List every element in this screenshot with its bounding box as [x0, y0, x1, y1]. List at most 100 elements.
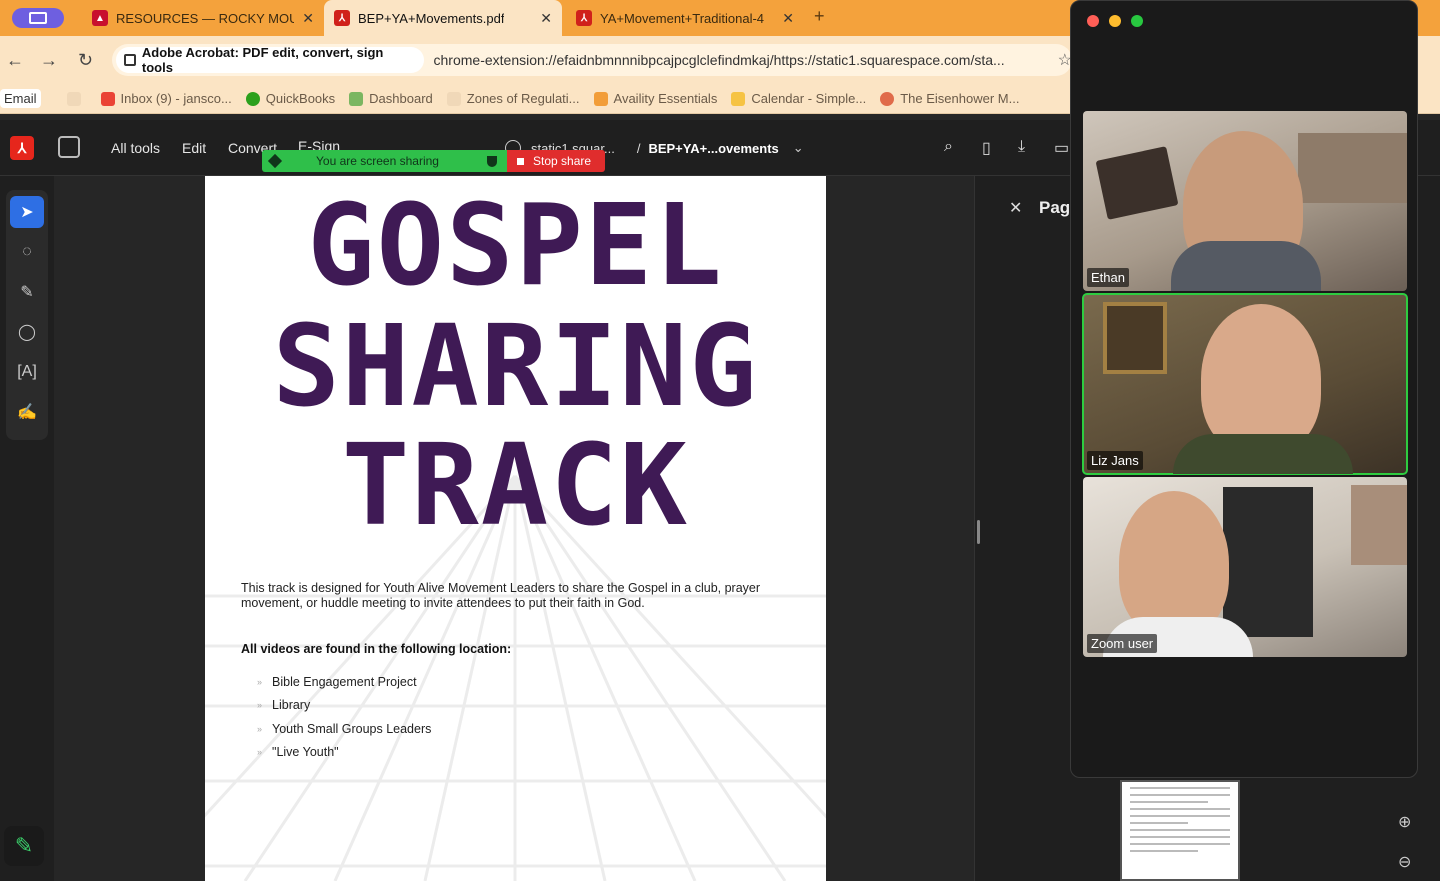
title-line-2: SHARING: [272, 302, 759, 432]
menu-all-tools[interactable]: All tools: [111, 140, 160, 156]
bullet-icon: »: [257, 747, 263, 758]
list-item: » Youth Small Groups Leaders: [257, 721, 432, 736]
intro-paragraph: This track is designed for Youth Alive M…: [241, 581, 761, 610]
tab-ya-movement[interactable]: ⅄ YA+Movement+Traditional-4 ✕: [566, 0, 804, 36]
bookmark-quickbooks[interactable]: QuickBooks: [245, 91, 335, 106]
page-view-icon[interactable]: ▯: [982, 138, 1000, 157]
profile-switch-button[interactable]: [12, 8, 64, 28]
bookmark-calendar[interactable]: Calendar - Simple...: [731, 91, 866, 106]
stop-share-button[interactable]: Stop share: [507, 150, 605, 172]
participant-shirt: [1173, 434, 1353, 474]
bullet-icon: »: [257, 676, 263, 687]
framed-picture-graphic: [1103, 302, 1167, 374]
participant-face: [1201, 304, 1321, 454]
reload-icon[interactable]: ↻: [78, 50, 93, 71]
video-tile-liz-jans[interactable]: Liz Jans: [1082, 293, 1408, 475]
list-item: » Bible Engagement Project: [257, 674, 417, 689]
cabinet-graphic: [1298, 133, 1407, 203]
tab-resources[interactable]: ▲ RESOURCES — ROCKY MOUN ✕: [82, 0, 324, 36]
edit-pencil-icon[interactable]: ✎: [4, 826, 44, 866]
forward-arrow-icon[interactable]: →: [40, 50, 58, 71]
bookmark-email[interactable]: Email: [0, 89, 41, 108]
sharing-status[interactable]: You are screen sharing: [262, 150, 507, 172]
close-icon[interactable]: ✕: [1009, 198, 1022, 218]
close-tab-icon[interactable]: ✕: [294, 10, 314, 27]
zoom-in-icon[interactable]: ⊕: [1398, 812, 1411, 832]
participant-name: Zoom user: [1087, 634, 1158, 653]
new-tab-button[interactable]: +: [814, 6, 825, 27]
extension-chip[interactable]: Adobe Acrobat: PDF edit, convert, sign t…: [116, 45, 424, 75]
screen-share-banner: You are screen sharing Stop share: [262, 150, 605, 172]
create-icon[interactable]: [58, 136, 80, 158]
screen-icon: [29, 12, 47, 24]
eisenhower-icon: [880, 91, 895, 106]
apps-grid-icon: [66, 91, 81, 106]
close-tab-icon[interactable]: ✕: [532, 10, 552, 27]
bullet-icon: »: [257, 723, 263, 734]
signature-icon[interactable]: ✍: [10, 396, 44, 428]
search-icon[interactable]: ⌕: [944, 138, 962, 156]
site-favicon-icon: ▲: [92, 10, 108, 26]
title-line-1: GOSPEL: [307, 181, 724, 311]
bookmark-dashboard[interactable]: Dashboard: [349, 91, 433, 106]
dashboard-icon: [349, 91, 364, 106]
photo-frames-graphic: [1095, 146, 1179, 220]
video-tile-ethan[interactable]: Ethan: [1083, 111, 1407, 291]
window-maximize-icon[interactable]: [1131, 15, 1143, 27]
download-icon[interactable]: ⤓: [1018, 138, 1036, 156]
acrobat-logo-icon[interactable]: ⅄: [10, 136, 34, 160]
panel-resize-handle[interactable]: [977, 520, 980, 544]
panel-title: Pag: [1039, 198, 1071, 217]
zones-icon: [446, 91, 461, 106]
tab-bep-pdf[interactable]: ⅄ BEP+YA+Movements.pdf ✕: [324, 0, 562, 36]
text-select-icon[interactable]: [A]: [10, 356, 44, 388]
pdf-icon: ⅄: [576, 10, 592, 26]
quick-tools: ➤ ◌ ✎ ◯ [A] ✍: [6, 190, 48, 440]
participant-name: Ethan: [1087, 268, 1129, 287]
videos-heading: All videos are found in the following lo…: [241, 642, 512, 656]
wall-photos-graphic: [1351, 485, 1407, 565]
bookmark-eisenhower[interactable]: The Eisenhower M...: [880, 91, 1019, 106]
participant-shirt: [1171, 241, 1321, 291]
title-line-3: TRACK: [341, 421, 690, 551]
bookmark-availity[interactable]: Availity Essentials: [593, 91, 717, 106]
list-item: » Library: [257, 698, 311, 713]
bookmark-zones[interactable]: Zones of Regulati...: [446, 91, 580, 106]
list-item: » "Live Youth": [257, 745, 339, 760]
bookmark-inbox[interactable]: Inbox (9) - jansco...: [100, 91, 232, 106]
curtain-graphic: [1223, 487, 1313, 637]
shield-icon: [487, 155, 497, 167]
breadcrumb-separator: /: [636, 140, 641, 156]
close-tab-icon[interactable]: ✕: [774, 10, 794, 27]
calendar-icon: [731, 91, 746, 106]
bookmark-apps[interactable]: [66, 91, 87, 106]
quickbooks-icon: [245, 91, 260, 106]
zoom-gallery-window: Ethan Liz Jans Zoom user: [1070, 0, 1418, 778]
chevron-down-icon[interactable]: ⌄: [793, 140, 804, 156]
back-arrow-icon[interactable]: ←: [6, 50, 24, 71]
doc-name[interactable]: BEP+YA+...ovements: [648, 141, 778, 156]
zoom-out-icon[interactable]: ⊖: [1398, 852, 1411, 872]
pdf-page: GOSPEL SHARING TRACK This track is desig…: [205, 176, 826, 881]
omnibox[interactable]: Adobe Acrobat: PDF edit, convert, sign t…: [112, 44, 1072, 76]
select-cursor-icon[interactable]: ➤: [10, 196, 44, 228]
extension-icon: [124, 54, 136, 66]
tool-rail: ➤ ◌ ✎ ◯ [A] ✍ ✎: [0, 176, 54, 881]
gmail-icon: [100, 91, 115, 106]
drag-arrow-icon: [267, 153, 283, 169]
videos-list: » Bible Engagement Project » Library » Yout…: [257, 670, 431, 764]
availity-icon: [593, 91, 608, 106]
menu-edit[interactable]: Edit: [182, 140, 206, 156]
window-close-icon[interactable]: [1087, 15, 1099, 27]
url-text[interactable]: chrome-extension://efaidnbmnnnibpcajpcgl…: [434, 52, 1048, 68]
lasso-icon[interactable]: ◯: [10, 316, 44, 348]
video-tile-zoom-user[interactable]: Zoom user: [1083, 477, 1407, 657]
bullet-icon: »: [257, 700, 263, 711]
window-minimize-icon[interactable]: [1109, 15, 1121, 27]
participant-face: [1119, 491, 1229, 636]
comment-icon[interactable]: ◌: [10, 236, 44, 268]
highlight-pen-icon[interactable]: ✎: [10, 276, 44, 308]
participant-name: Liz Jans: [1087, 451, 1143, 470]
stop-icon: [517, 157, 524, 165]
page-thumbnail[interactable]: [1120, 780, 1240, 881]
